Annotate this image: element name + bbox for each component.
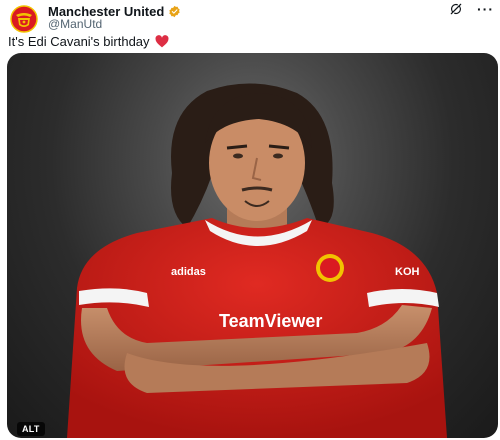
- manchester-united-crest-icon: [8, 3, 40, 35]
- tweet-text-row: It's Edi Cavani's birthday: [8, 34, 169, 49]
- shirt-sleeve-text: KOH: [395, 266, 420, 278]
- player-photo: adidas TeamViewer KOH: [67, 83, 447, 438]
- tweet-text: It's Edi Cavani's birthday: [8, 34, 150, 49]
- avatar[interactable]: [8, 3, 40, 35]
- more-icon[interactable]: ···: [477, 2, 494, 16]
- alt-badge[interactable]: ALT: [17, 422, 45, 436]
- shirt-crest-icon: [316, 254, 344, 282]
- tweet: Manchester United @ManUtd ··· It's Edi C…: [0, 0, 500, 440]
- shirt-sponsor-text: TeamViewer: [219, 311, 322, 331]
- red-heart-emoji-icon: [155, 35, 169, 48]
- tweet-photo[interactable]: adidas TeamViewer KOH ALT: [7, 53, 498, 438]
- top-actions: ···: [449, 2, 494, 16]
- handle[interactable]: @ManUtd: [48, 17, 102, 31]
- grok-icon[interactable]: [449, 2, 463, 16]
- shirt-brand-text: adidas: [171, 266, 206, 278]
- verified-badge-icon: [168, 5, 181, 18]
